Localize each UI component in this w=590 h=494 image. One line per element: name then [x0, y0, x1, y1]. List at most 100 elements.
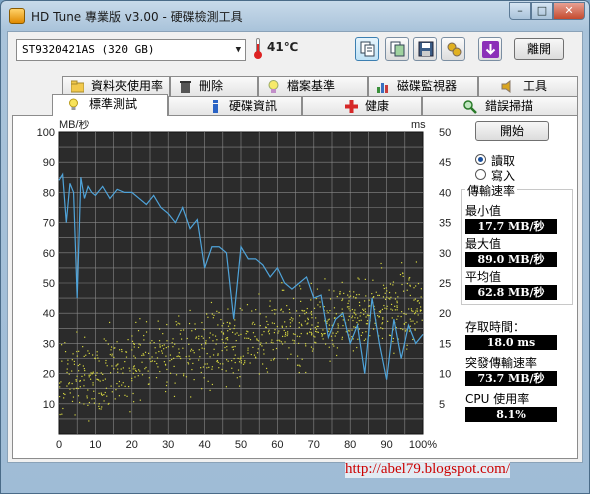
access-point [190, 396, 192, 398]
access-point [105, 359, 107, 362]
access-point [134, 376, 136, 378]
access-point [327, 319, 329, 321]
save-button[interactable] [413, 37, 437, 61]
watermark-url: http://abel79.blogspot.com/ [345, 461, 510, 478]
access-point [233, 358, 235, 360]
access-point [66, 368, 68, 370]
tab-label: 錯誤掃描 [485, 99, 534, 113]
access-point [358, 278, 360, 280]
tab-benchmark[interactable]: 標準測試 [52, 94, 168, 116]
start-button[interactable]: 開始 [475, 121, 549, 141]
access-point [173, 395, 176, 398]
access-point [149, 342, 151, 344]
access-point [211, 366, 213, 368]
options-button[interactable] [441, 37, 465, 61]
tab-label: 檔案基準 [287, 79, 336, 93]
access-point [159, 370, 161, 373]
access-point [400, 315, 402, 318]
write-radio[interactable]: 寫入 [475, 168, 565, 183]
access-point [328, 318, 330, 320]
access-point [103, 394, 105, 396]
disk-monitor-icon [377, 80, 390, 93]
access-point [157, 366, 159, 368]
download-button[interactable] [478, 37, 502, 61]
drive-dropdown[interactable]: ST9320421AS (320 GB) ▼ [16, 39, 246, 61]
access-point [93, 402, 95, 404]
access-point [320, 332, 323, 335]
access-point [356, 321, 358, 324]
access-point [352, 319, 354, 322]
access-point [275, 347, 278, 350]
access-point [349, 295, 352, 297]
tab-error-scan[interactable]: 錯誤掃描 [422, 96, 578, 116]
access-point [286, 334, 288, 337]
access-point [161, 352, 164, 354]
access-point [138, 369, 140, 371]
access-point [62, 407, 64, 410]
access-point [236, 377, 238, 379]
access-point [113, 356, 115, 358]
access-point [64, 351, 67, 353]
access-point [255, 309, 257, 311]
access-point [106, 395, 108, 397]
access-point [81, 375, 83, 377]
access-point [68, 382, 71, 384]
tab-erase[interactable]: 刪除 [170, 76, 258, 96]
access-point [272, 349, 274, 351]
tab-drive-info[interactable]: 硬碟資訊 [168, 96, 302, 116]
access-point [82, 346, 84, 348]
access-point [235, 340, 237, 342]
access-point [415, 285, 417, 287]
tab-label: 資料夾使用率 [91, 79, 164, 93]
tab-health[interactable]: 健康 [302, 96, 422, 116]
access-point [254, 356, 257, 358]
maximize-button[interactable]: □ [531, 2, 553, 20]
access-point [401, 311, 403, 313]
read-radio[interactable]: 讀取 [475, 153, 565, 168]
copy-text-button[interactable] [355, 37, 379, 61]
access-point [358, 293, 360, 296]
access-point [234, 333, 236, 335]
access-point [183, 373, 185, 375]
access-point [175, 321, 177, 323]
access-point [402, 272, 404, 274]
access-point [172, 346, 174, 348]
close-button[interactable]: ✕ [553, 2, 585, 20]
access-point [413, 299, 415, 301]
access-point [64, 342, 66, 344]
access-point [253, 354, 256, 356]
access-point [232, 372, 234, 374]
access-point [272, 342, 274, 344]
copy-screenshot-button[interactable] [385, 37, 409, 61]
access-point [69, 388, 71, 390]
access-point [317, 322, 319, 324]
access-point [211, 313, 213, 315]
access-point [349, 290, 351, 293]
title-bar[interactable]: HD Tune 專業版 v3.00 - 硬碟檢測工具 – □ ✕ [1, 1, 589, 31]
access-point [78, 350, 80, 352]
exit-button[interactable]: 離開 [514, 38, 564, 60]
access-point [287, 358, 289, 360]
download-icon [482, 41, 499, 58]
access-point [381, 323, 383, 325]
access-point [265, 367, 268, 370]
access-point [413, 287, 415, 289]
tab-folder-usage[interactable]: 資料夾使用率 [62, 76, 170, 96]
access-point [251, 310, 253, 312]
access-point [321, 335, 323, 337]
tab-tools[interactable]: 工具 [478, 76, 578, 96]
access-point [111, 355, 113, 357]
minimize-button[interactable]: – [509, 2, 531, 20]
access-point [244, 337, 246, 339]
y-right-tick-label: 20 [439, 308, 451, 320]
access-point [371, 293, 373, 295]
access-point [361, 332, 364, 334]
access-point [284, 335, 286, 337]
access-point [286, 305, 288, 307]
access-point [394, 309, 396, 311]
access-point [364, 308, 366, 310]
tab-disk-monitor[interactable]: 磁碟監視器 [368, 76, 478, 96]
tab-file-benchmark[interactable]: 檔案基準 [258, 76, 368, 96]
access-point [158, 340, 161, 342]
y-right-tick-label: 10 [439, 369, 451, 381]
